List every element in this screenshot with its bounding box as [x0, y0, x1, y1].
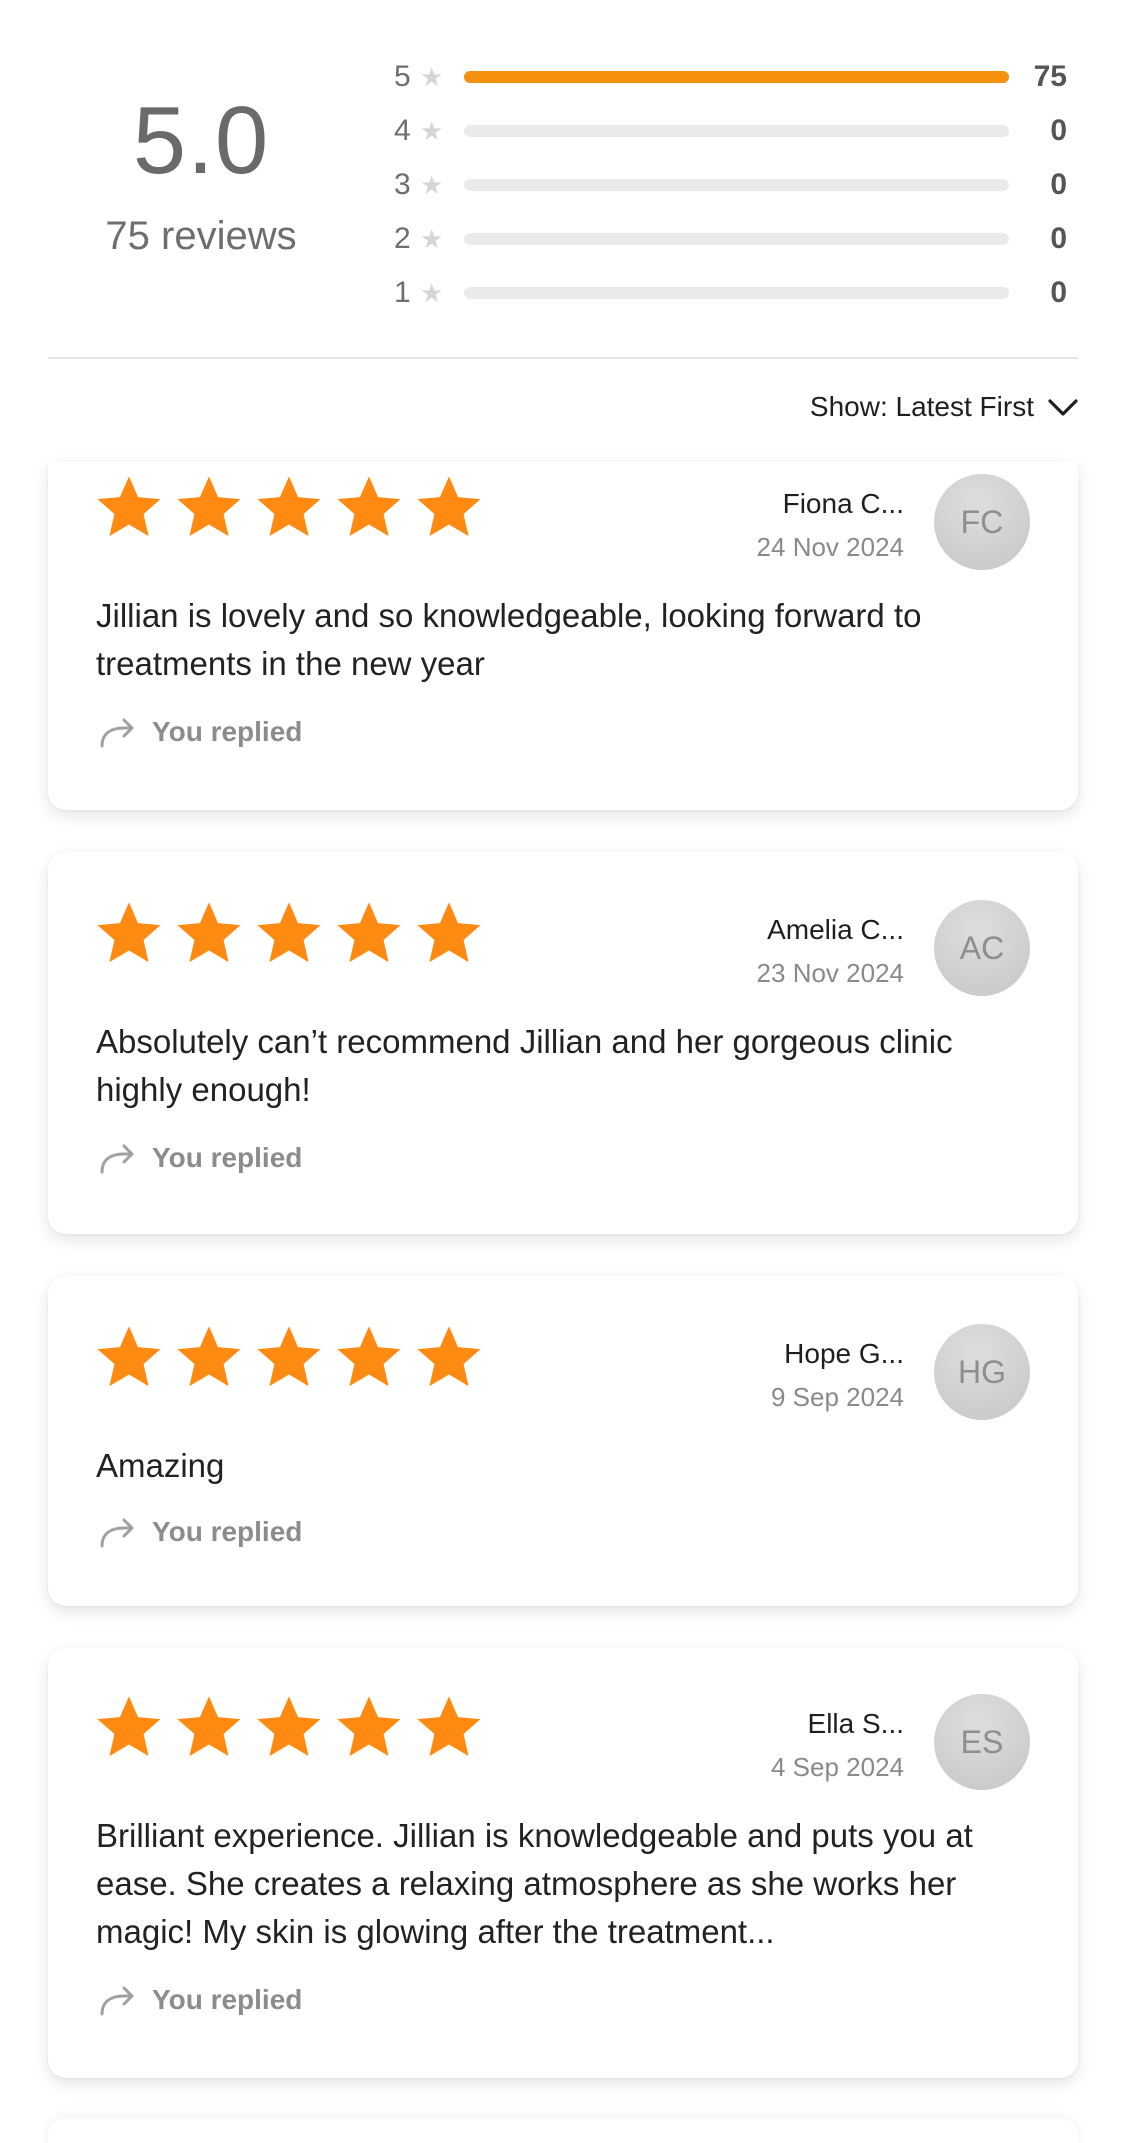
reply-label: You replied: [152, 716, 303, 747]
rating-bar-track: [464, 233, 1009, 245]
star-rating: [94, 472, 484, 542]
rating-count: 0: [1050, 114, 1067, 147]
reviewer-name: Amelia C...: [767, 914, 904, 945]
you-replied-link[interactable]: You replied: [98, 1516, 302, 1548]
reply-arrow-icon: [100, 1144, 134, 1174]
rating-bar-track: [464, 179, 1009, 191]
reviewer-info: Amelia C... 23 Nov 2024: [757, 914, 904, 989]
star-icon: [177, 902, 241, 963]
star-icon: [417, 902, 481, 963]
reviewer-name: Ella S...: [807, 1708, 904, 1739]
star-icon: ★: [420, 277, 444, 308]
average-rating: 5.0: [132, 87, 270, 194]
reviewer-info: Fiona C... 24 Nov 2024: [757, 488, 904, 563]
review-text: Brilliant experience. Jillian is knowled…: [96, 1817, 973, 1950]
you-replied-link[interactable]: You replied: [98, 716, 302, 748]
star-icon: [97, 476, 161, 537]
review-card: Amelia C... 23 Nov 2024 AC Absolutely ca…: [48, 852, 1078, 1234]
rating-count: 0: [1050, 222, 1067, 255]
star-icon: ★: [420, 61, 444, 92]
review-card: Fiona C... 24 Nov 2024 FC Jillian is lov…: [48, 462, 1078, 810]
avatar: HG: [934, 1324, 1030, 1420]
star-icon: ★: [420, 115, 444, 146]
reviews-page: 5.0 75 reviews 5 ★ 75 4 ★ 0 3 ★ 0 2 ★ 0 …: [0, 0, 1125, 2143]
review-date: 24 Nov 2024: [756, 532, 904, 562]
review-date: 23 Nov 2024: [756, 958, 904, 988]
rating-level: 3: [394, 168, 411, 201]
star-rating: [94, 898, 484, 968]
chevron-down-icon: [1048, 399, 1078, 416]
star-icon: [257, 902, 321, 963]
rating-row-3: 3 ★ 0: [394, 158, 1125, 212]
you-replied-link[interactable]: You replied: [98, 1984, 302, 2016]
avatar: AC: [934, 900, 1030, 996]
star-icon: [417, 476, 481, 537]
star-icon: [177, 476, 241, 537]
rating-bar-track: [464, 125, 1009, 137]
rating-summary: 5.0 75 reviews 5 ★ 75 4 ★ 0 3 ★ 0 2 ★ 0 …: [48, 0, 1078, 357]
star-icon: [417, 1696, 481, 1757]
star-icon: [257, 476, 321, 537]
rating-bar-track: [464, 71, 1009, 83]
reply-arrow-icon: [100, 1986, 134, 2016]
rating-count: 0: [1050, 276, 1067, 309]
rating-level: 5: [394, 60, 411, 93]
star-icon: [97, 1326, 161, 1387]
reply-label: You replied: [152, 1516, 303, 1547]
review-text: Absolutely can’t recommend Jillian and h…: [96, 1023, 953, 1108]
star-icon: [337, 1326, 401, 1387]
rating-row-5: 5 ★ 75: [394, 50, 1125, 104]
star-icon: [177, 1696, 241, 1757]
rating-breakdown: 5 ★ 75 4 ★ 0 3 ★ 0 2 ★ 0 1 ★ 0: [394, 50, 1125, 320]
reply-label: You replied: [152, 1142, 303, 1173]
rating-level: 2: [394, 222, 411, 255]
rating-row-2: 2 ★ 0: [394, 212, 1125, 266]
star-icon: [257, 1326, 321, 1387]
rating-count: 75: [1033, 60, 1067, 93]
review-count: 75 reviews: [105, 214, 297, 258]
star-icon: [337, 476, 401, 537]
star-icon: [257, 1696, 321, 1757]
star-icon: [177, 1326, 241, 1387]
star-icon: [417, 1326, 481, 1387]
reviewer-info: Hope G... 9 Sep 2024: [771, 1338, 904, 1413]
reviewer-name: Fiona C...: [782, 488, 904, 519]
review-list: Fiona C... 24 Nov 2024 FC Jillian is lov…: [48, 462, 1078, 2120]
review-card: Ella S... 4 Sep 2024 ES Brilliant experi…: [48, 1648, 1078, 2078]
star-icon: [337, 902, 401, 963]
reply-arrow-icon: [100, 718, 134, 748]
next-review-card: [48, 2118, 1078, 2143]
sort-label: Show: Latest First: [809, 391, 1034, 422]
rating-level: 4: [394, 114, 411, 147]
rating-row-1: 1 ★ 0: [394, 266, 1125, 320]
avatar: ES: [934, 1694, 1030, 1790]
rating-row-4: 4 ★ 0: [394, 104, 1125, 158]
avatar: FC: [934, 474, 1030, 570]
star-icon: [97, 902, 161, 963]
review-card: Hope G... 9 Sep 2024 HG Amazing You repl…: [48, 1276, 1078, 1606]
reply-arrow-icon: [100, 1518, 134, 1548]
rating-count: 0: [1050, 168, 1067, 201]
star-rating: [94, 1692, 484, 1762]
reply-label: You replied: [152, 1984, 303, 2015]
rating-level: 1: [394, 276, 411, 309]
review-date: 9 Sep 2024: [770, 1382, 904, 1412]
rating-bar-track: [464, 287, 1009, 299]
you-replied-link[interactable]: You replied: [98, 1142, 302, 1174]
sort-dropdown[interactable]: Show: Latest First: [810, 390, 1080, 424]
star-rating: [94, 1322, 484, 1392]
star-icon: [337, 1696, 401, 1757]
rating-bar-fill: [464, 71, 1009, 83]
reviewer-name: Hope G...: [784, 1338, 904, 1369]
review-text: Jillian is lovely and so knowledgeable, …: [96, 597, 922, 682]
star-icon: ★: [420, 223, 444, 254]
divider: [48, 357, 1078, 359]
star-icon: ★: [420, 169, 444, 200]
star-icon: [97, 1696, 161, 1757]
review-date: 4 Sep 2024: [770, 1752, 904, 1782]
review-text: Amazing: [96, 1447, 225, 1484]
reviewer-info: Ella S... 4 Sep 2024: [771, 1708, 904, 1783]
